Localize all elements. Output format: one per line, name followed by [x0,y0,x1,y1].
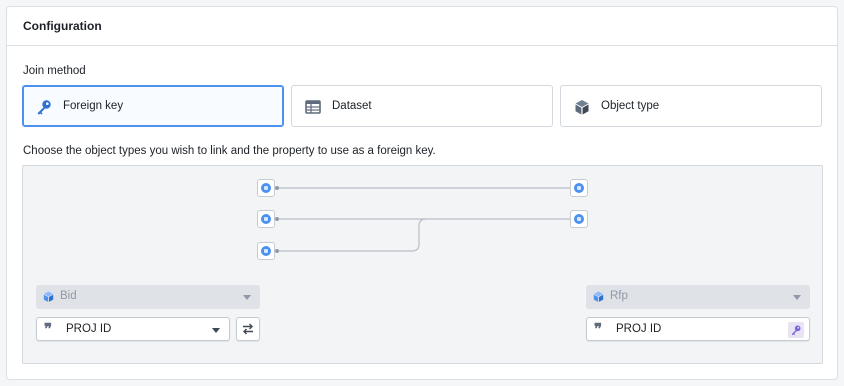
left-property-select[interactable]: ❞ PROJ ID [36,317,230,341]
object-node-icon [261,214,271,224]
left-object-node[interactable] [257,210,275,228]
key-icon [35,98,53,116]
right-object-node[interactable] [570,210,588,228]
right-object-type-label: Rfp [610,290,628,302]
join-method-object-type[interactable]: Object type [560,85,822,127]
object-node-icon [261,246,271,256]
left-object-type-select: Bid [36,285,260,309]
object-node-icon [261,183,271,193]
panel-header: Configuration [7,7,837,46]
join-method-foreign-key[interactable]: Foreign key [22,85,284,127]
swap-button[interactable] [236,317,260,341]
key-icon [788,322,804,338]
left-object-node[interactable] [257,179,275,197]
cube-icon [42,290,55,303]
right-property-field: ❞ PROJ ID [586,317,810,341]
chevron-down-icon [243,295,251,300]
right-object-node[interactable] [570,179,588,197]
cube-icon [573,98,591,116]
swap-icon [243,323,253,335]
link-instructions: Choose the object types you wish to link… [23,145,436,157]
right-property-label: PROJ ID [616,323,662,335]
join-method-dataset[interactable]: Dataset [291,85,553,127]
table-icon [304,98,322,116]
join-method-label-object-type: Object type [601,100,660,112]
panel-title: Configuration [23,19,102,33]
chevron-down-icon [212,328,220,333]
join-method-label-foreign-key: Foreign key [63,100,124,112]
string-type-icon: ❞ [44,322,52,338]
left-property-label: PROJ ID [66,323,112,335]
chevron-down-icon [793,295,801,300]
object-node-icon [574,214,584,224]
cube-icon [592,290,605,303]
left-object-node[interactable] [257,242,275,260]
right-object-type-select: Rfp [586,285,810,309]
configuration-panel: Configuration Join method Foreign key Da… [6,6,838,380]
string-type-icon: ❞ [594,322,602,338]
join-method-label: Join method [23,65,86,77]
join-method-label-dataset: Dataset [332,100,372,112]
left-object-type-label: Bid [60,290,77,302]
link-diagram-canvas: Bid ❞ PROJ ID Rfp ❞ PROJ ID [22,165,823,364]
object-node-icon [574,183,584,193]
